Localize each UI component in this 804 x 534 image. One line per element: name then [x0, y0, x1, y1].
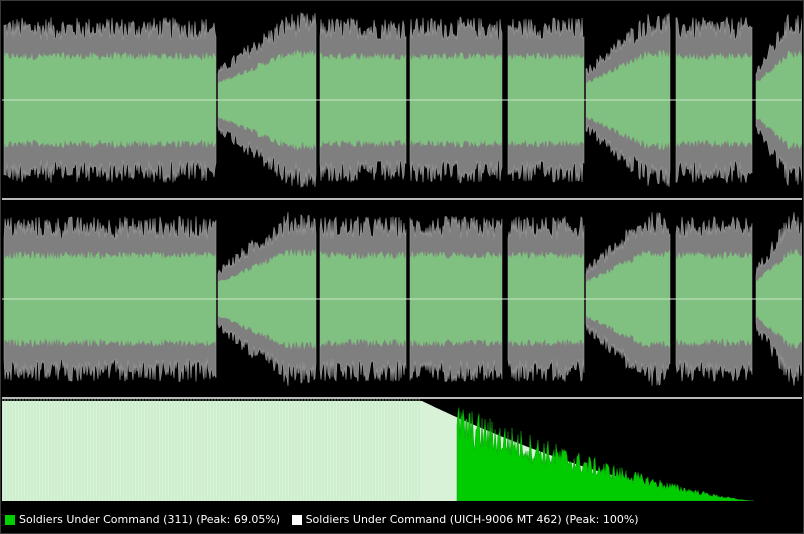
spectrum-panel — [2, 399, 802, 501]
legend-swatch-reference — [291, 515, 302, 525]
channel-divider — [2, 198, 802, 200]
left-channel-waveform-plot — [2, 2, 802, 198]
spectrum-plot — [2, 399, 802, 501]
legend-label-compare: Soldiers Under Command (311) (Peak: 69.0… — [19, 513, 281, 526]
legend-label-reference: Soldiers Under Command (UICH-9006 MT 462… — [305, 513, 639, 526]
right-channel-waveform — [2, 201, 802, 397]
legend-item-reference: Soldiers Under Command (UICH-9006 MT 462… — [291, 509, 639, 531]
legend-swatch-compare — [5, 515, 15, 525]
left-channel-waveform — [2, 2, 802, 198]
waveform-comparison-view: Soldiers Under Command (311) (Peak: 69.0… — [0, 0, 804, 534]
legend-item-compare: Soldiers Under Command (311) (Peak: 69.0… — [5, 509, 280, 531]
right-channel-waveform-plot — [2, 201, 802, 397]
legend-bar: Soldiers Under Command (311) (Peak: 69.0… — [1, 509, 803, 531]
